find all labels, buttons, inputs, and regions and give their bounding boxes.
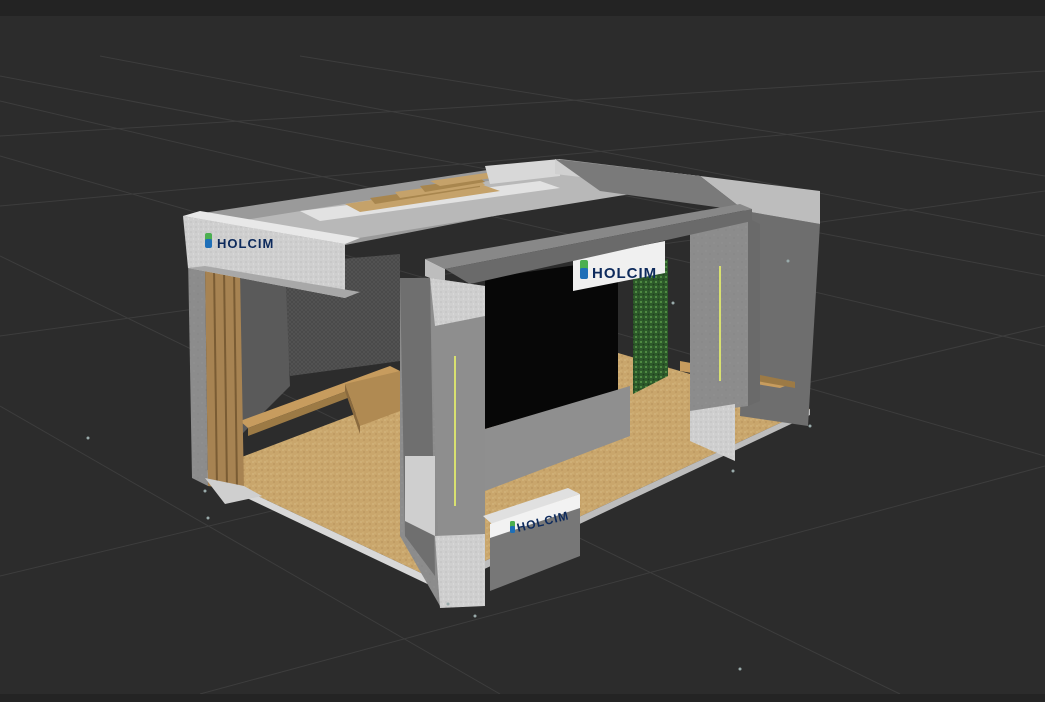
left-pillar — [188, 256, 208, 486]
logo-mark-counter-blue — [510, 526, 515, 533]
top-toolbar — [0, 0, 1045, 16]
right-pillar-side — [748, 218, 760, 406]
logo-mark-left-blue — [205, 239, 212, 248]
brand-label-back: HOLCIM — [592, 265, 657, 282]
wood-slats — [205, 264, 244, 491]
scene-canvas[interactable]: HOLCIM HOLCIM HOLCIM — [0, 16, 1045, 694]
bottom-status-bar — [0, 694, 1045, 702]
brand-label-left: HOLCIM — [217, 236, 274, 251]
front-pillar-base — [435, 534, 485, 608]
logo-mark-back-blue — [580, 268, 588, 279]
3d-viewport[interactable]: HOLCIM HOLCIM HOLCIM — [0, 16, 1045, 694]
